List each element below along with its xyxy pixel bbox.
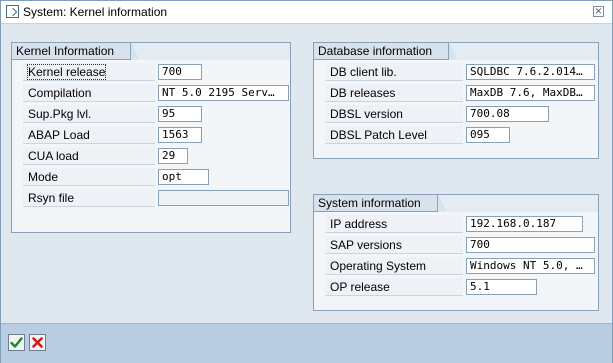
rsyn-file-label: Rsyn file <box>23 189 155 207</box>
db-client-lib-field[interactable]: SQLDBC 7.6.2.014… <box>466 64 595 80</box>
sys-row-sap-versions: SAP versions 700 <box>325 236 597 254</box>
rsyn-file-field[interactable] <box>158 190 289 206</box>
sys-row-ip-address: IP address 192.168.0.187 <box>325 215 597 233</box>
dbsl-patch-label: DBSL Patch Level <box>325 126 463 144</box>
sys-row-operating-system: Operating System Windows NT 5.0, … <box>325 257 597 275</box>
kernel-row-rsyn-file: Rsyn file <box>23 189 289 207</box>
abap-load-label: ABAP Load <box>23 126 155 144</box>
window-title: System: Kernel information <box>23 5 168 19</box>
dbsl-version-field[interactable]: 700.08 <box>466 106 549 122</box>
kernel-row-abap-load: ABAP Load 1563 <box>23 126 289 144</box>
dialog-footer <box>1 323 612 363</box>
database-group-heading: Database information <box>314 42 458 60</box>
kernel-row-sup-pkg: Sup.Pkg lvl. 95 <box>23 105 289 123</box>
operating-system-field[interactable]: Windows NT 5.0, … <box>466 258 595 274</box>
cua-load-label: CUA load <box>23 147 155 165</box>
db-row-dbsl-version: DBSL version 700.08 <box>325 105 597 123</box>
sup-pkg-label: Sup.Pkg lvl. <box>23 105 155 123</box>
sup-pkg-field[interactable]: 95 <box>158 106 202 122</box>
kernel-information-group: Kernel Information Kernel release 700 Co… <box>11 42 291 233</box>
kernel-row-cua-load: CUA load 29 <box>23 147 289 165</box>
cua-load-field[interactable]: 29 <box>158 148 188 164</box>
compilation-field[interactable]: NT 5.0 2195 Serv… <box>158 85 289 101</box>
confirm-button[interactable] <box>8 334 25 351</box>
ip-address-field[interactable]: 192.168.0.187 <box>466 216 583 232</box>
abap-load-field[interactable]: 1563 <box>158 127 202 143</box>
system-information-group: System information IP address 192.168.0.… <box>313 194 599 311</box>
db-row-dbsl-patch: DBSL Patch Level 095 <box>325 126 597 144</box>
dbsl-patch-field[interactable]: 095 <box>466 127 510 143</box>
window-menu-icon[interactable] <box>6 5 19 18</box>
sap-versions-field[interactable]: 700 <box>466 237 595 253</box>
mode-label: Mode <box>23 168 155 186</box>
kernel-row-compilation: Compilation NT 5.0 2195 Serv… <box>23 84 289 102</box>
op-release-label: OP release <box>325 278 463 296</box>
kernel-row-kernel-release: Kernel release 700 <box>23 63 289 81</box>
cancel-button[interactable] <box>29 334 46 351</box>
database-information-group: Database information DB client lib. SQLD… <box>313 42 599 159</box>
mode-field[interactable]: opt <box>158 169 209 185</box>
compilation-label: Compilation <box>23 84 155 102</box>
op-release-field[interactable]: 5.1 <box>466 279 537 295</box>
system-group-heading: System information <box>314 194 446 212</box>
operating-system-label: Operating System <box>325 257 463 275</box>
kernel-group-heading: Kernel Information <box>12 42 140 60</box>
dialog-window: System: Kernel information ✕ Kernel Info… <box>0 0 613 363</box>
db-client-lib-label: DB client lib. <box>325 63 463 81</box>
title-bar: System: Kernel information ✕ <box>1 1 612 24</box>
db-row-client-lib: DB client lib. SQLDBC 7.6.2.014… <box>325 63 597 81</box>
kernel-row-mode: Mode opt <box>23 168 289 186</box>
db-row-releases: DB releases MaxDB 7.6, MaxDB… <box>325 84 597 102</box>
close-button[interactable]: ✕ <box>593 6 604 17</box>
sys-row-op-release: OP release 5.1 <box>325 278 597 296</box>
kernel-release-field[interactable]: 700 <box>158 64 202 80</box>
ip-address-label: IP address <box>325 215 463 233</box>
kernel-release-label: Kernel release <box>23 63 155 81</box>
sap-versions-label: SAP versions <box>325 236 463 254</box>
db-releases-label: DB releases <box>325 84 463 102</box>
db-releases-field[interactable]: MaxDB 7.6, MaxDB… <box>466 85 595 101</box>
dbsl-version-label: DBSL version <box>325 105 463 123</box>
